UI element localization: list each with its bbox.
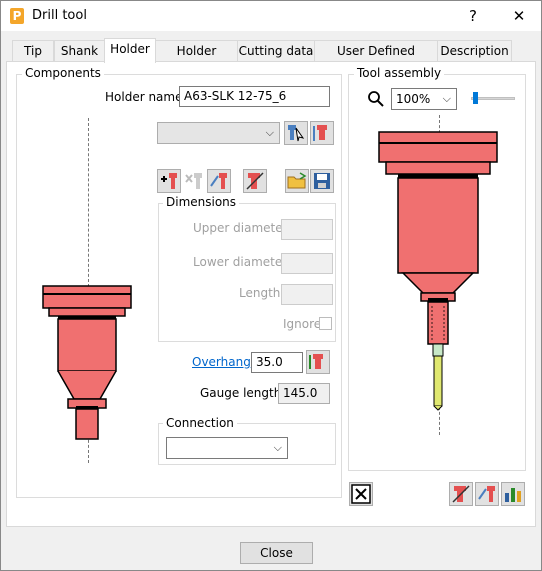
connection-select[interactable]: ⌵	[166, 437, 288, 459]
ignore-checkbox[interactable]	[319, 317, 332, 330]
gauge-length-label: Gauge length	[200, 386, 282, 400]
save-disk-icon	[314, 173, 330, 189]
assembly-profile-icon	[452, 485, 470, 503]
gauge-length-value: 145.0	[278, 383, 330, 404]
holder-profile-button[interactable]	[243, 169, 267, 193]
fit-view-icon	[351, 484, 371, 504]
assembly-edit-button[interactable]	[475, 482, 499, 506]
overhang-icon	[309, 354, 323, 369]
tab-user-defined-settings[interactable]: User Defined Settings	[314, 40, 438, 78]
holder-database-icon	[313, 125, 327, 141]
upper-diameter-label: Upper diameter	[193, 221, 288, 235]
zoom-magnifier-icon	[368, 91, 384, 107]
zoom-slider-thumb[interactable]	[472, 92, 478, 104]
length-input[interactable]	[281, 284, 333, 305]
chevron-down-icon: ⌵	[442, 92, 451, 105]
close-button[interactable]: Close	[240, 542, 313, 564]
connection-legend: Connection	[163, 416, 237, 430]
upper-diameter-input[interactable]	[281, 219, 333, 240]
holder-preview	[42, 285, 132, 440]
overhang-link[interactable]: Overhang	[192, 355, 251, 369]
assembly-chart-button[interactable]	[501, 482, 525, 506]
assembly-profile-button[interactable]	[449, 482, 473, 506]
tab-tip[interactable]: Tip	[12, 40, 54, 62]
app-icon: P	[10, 8, 24, 24]
tab-shank[interactable]: Shank	[54, 40, 105, 62]
holder-name-label: Holder name	[105, 90, 183, 104]
help-button[interactable]: ?	[458, 4, 488, 28]
add-holder-component-button[interactable]	[157, 169, 181, 193]
holder-select[interactable]: ⌵	[157, 122, 280, 144]
components-legend: Components	[22, 66, 104, 80]
delete-component-icon	[185, 173, 202, 189]
tool-assembly-legend: Tool assembly	[354, 66, 445, 80]
tab-cutting-data[interactable]: Cutting data	[237, 40, 315, 62]
holder-name-input[interactable]: A63-SLK 12-75_6	[179, 86, 330, 107]
tab-holder[interactable]: Holder	[104, 38, 156, 63]
overhang-tool-button[interactable]	[306, 350, 330, 374]
window-title: Drill tool	[32, 8, 87, 23]
tab-holder-profile[interactable]: Holder profile	[155, 40, 238, 78]
assembly-edit-icon	[478, 486, 495, 502]
delete-holder-component-button	[182, 169, 206, 193]
select-holder-button[interactable]	[284, 121, 308, 145]
tool-assembly-preview	[378, 131, 498, 411]
open-folder-icon	[287, 172, 307, 189]
zoom-select[interactable]: 100% ⌵	[391, 88, 457, 110]
length-label: Length	[239, 286, 281, 300]
close-window-button[interactable]: ✕	[504, 4, 534, 28]
holder-profile-icon	[246, 172, 264, 190]
holder-database-button[interactable]	[310, 121, 334, 145]
bar-chart-icon	[505, 488, 521, 502]
lower-diameter-label: Lower diameter	[193, 255, 288, 269]
lower-diameter-input[interactable]	[281, 253, 333, 274]
dimensions-legend: Dimensions	[163, 195, 240, 209]
open-holder-button[interactable]	[285, 169, 309, 193]
holder-select-icon	[288, 125, 305, 142]
chevron-down-icon: ⌵	[273, 441, 282, 454]
edit-component-icon	[210, 173, 227, 189]
save-holder-button[interactable]	[310, 169, 334, 193]
tab-description[interactable]: Description	[437, 40, 512, 62]
ignore-label: Ignore	[283, 317, 322, 331]
overhang-input[interactable]: 35.0	[251, 352, 303, 373]
chevron-down-icon: ⌵	[265, 126, 274, 139]
add-component-icon	[161, 173, 177, 189]
zoom-value: 100%	[396, 92, 431, 106]
edit-holder-component-button[interactable]	[207, 169, 231, 193]
fit-view-button[interactable]	[349, 482, 373, 506]
